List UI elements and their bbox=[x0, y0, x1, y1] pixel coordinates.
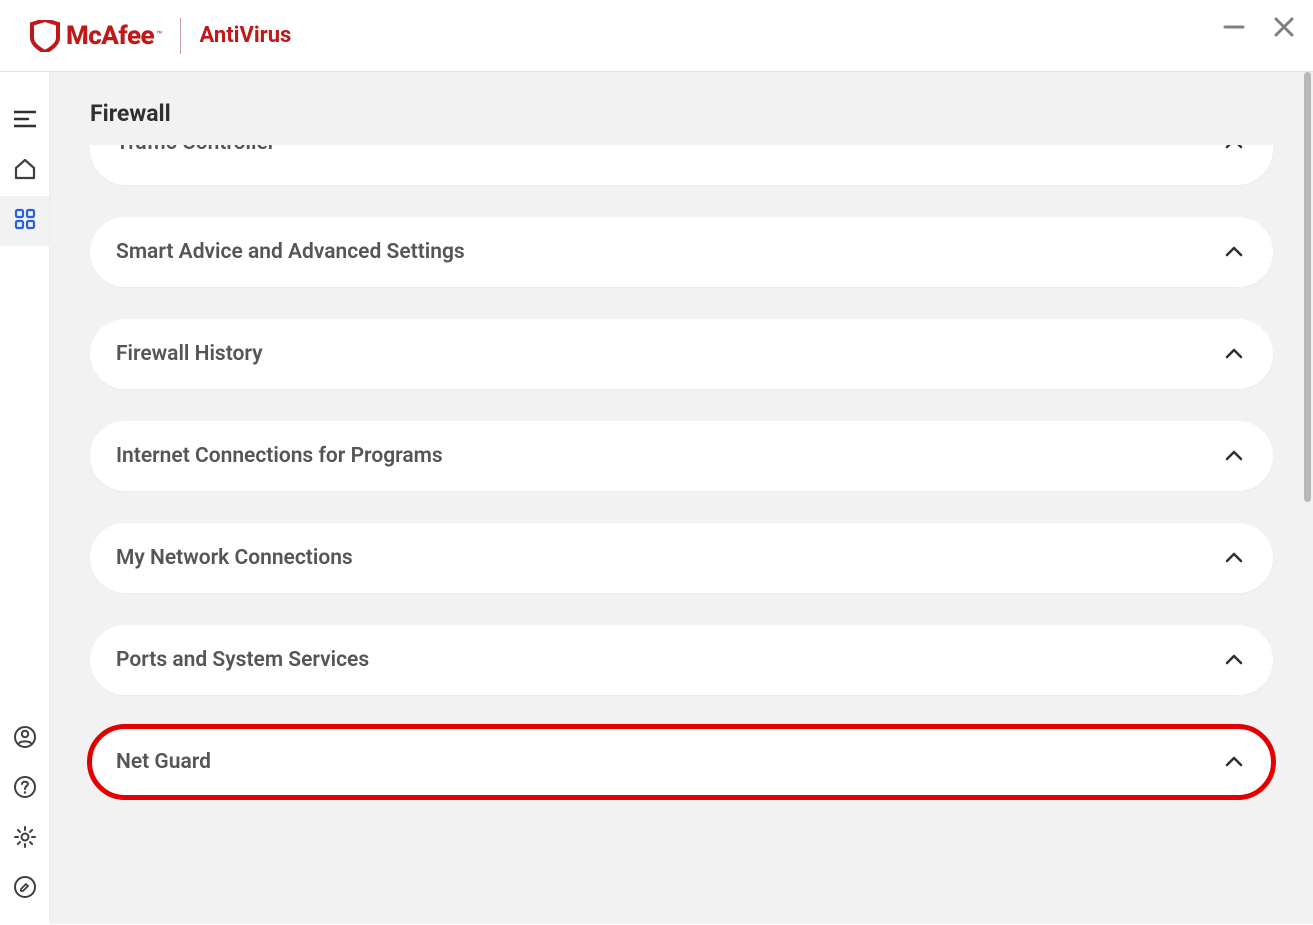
brand-block: McAfee™ AntiVirus bbox=[30, 18, 291, 54]
card-title: Ports and System Services bbox=[116, 648, 369, 672]
settings-list: Traffic Controller Smart Advice and Adva… bbox=[50, 145, 1313, 924]
card-net-guard[interactable]: Net Guard bbox=[90, 727, 1273, 797]
home-icon bbox=[13, 158, 37, 184]
chevron-up-icon bbox=[1225, 753, 1243, 772]
gear-icon bbox=[13, 825, 37, 853]
card-firewall-history[interactable]: Firewall History bbox=[90, 319, 1273, 389]
card-title: Firewall History bbox=[116, 342, 263, 366]
page-title: Firewall bbox=[90, 100, 1273, 127]
sidebar-item-account[interactable] bbox=[0, 714, 49, 764]
sidebar bbox=[0, 72, 50, 924]
feedback-icon bbox=[13, 875, 37, 903]
minimize-button[interactable] bbox=[1223, 16, 1245, 38]
window-controls bbox=[1223, 16, 1295, 38]
card-title: Traffic Controller bbox=[116, 145, 275, 155]
app-header: McAfee™ AntiVirus bbox=[0, 0, 1313, 72]
page-title-bar: Firewall bbox=[50, 72, 1313, 145]
chevron-up-icon bbox=[1225, 145, 1243, 154]
card-traffic-controller[interactable]: Traffic Controller bbox=[90, 145, 1273, 185]
sidebar-item-help[interactable] bbox=[0, 764, 49, 814]
brand-divider bbox=[180, 18, 181, 54]
close-button[interactable] bbox=[1273, 16, 1295, 38]
sidebar-item-apps[interactable] bbox=[0, 196, 49, 246]
card-title: Smart Advice and Advanced Settings bbox=[116, 240, 465, 264]
sidebar-item-settings[interactable] bbox=[0, 814, 49, 864]
scrollbar[interactable] bbox=[1303, 72, 1311, 692]
chevron-up-icon bbox=[1225, 243, 1243, 262]
sidebar-item-menu[interactable] bbox=[0, 96, 49, 146]
content-area: Firewall Traffic Controller Smart Advice… bbox=[50, 72, 1313, 924]
chevron-up-icon bbox=[1225, 549, 1243, 568]
card-ports-system[interactable]: Ports and System Services bbox=[90, 625, 1273, 695]
sidebar-item-home[interactable] bbox=[0, 146, 49, 196]
chevron-up-icon bbox=[1225, 651, 1243, 670]
card-title: Internet Connections for Programs bbox=[116, 444, 443, 468]
brand-product: AntiVirus bbox=[199, 23, 291, 48]
account-icon bbox=[13, 725, 37, 753]
card-title: Net Guard bbox=[116, 750, 211, 774]
scrollbar-thumb[interactable] bbox=[1304, 72, 1311, 502]
mcafee-shield-icon bbox=[30, 20, 60, 52]
grid-icon bbox=[14, 208, 36, 234]
card-my-network[interactable]: My Network Connections bbox=[90, 523, 1273, 593]
card-smart-advice[interactable]: Smart Advice and Advanced Settings bbox=[90, 217, 1273, 287]
card-title: My Network Connections bbox=[116, 546, 353, 570]
card-internet-connections[interactable]: Internet Connections for Programs bbox=[90, 421, 1273, 491]
menu-icon bbox=[14, 110, 36, 132]
help-icon bbox=[13, 775, 37, 803]
trademark-symbol: ™ bbox=[156, 30, 162, 41]
chevron-up-icon bbox=[1225, 345, 1243, 364]
brand-name: McAfee bbox=[66, 21, 154, 51]
sidebar-item-feedback[interactable] bbox=[0, 864, 49, 914]
chevron-up-icon bbox=[1225, 447, 1243, 466]
